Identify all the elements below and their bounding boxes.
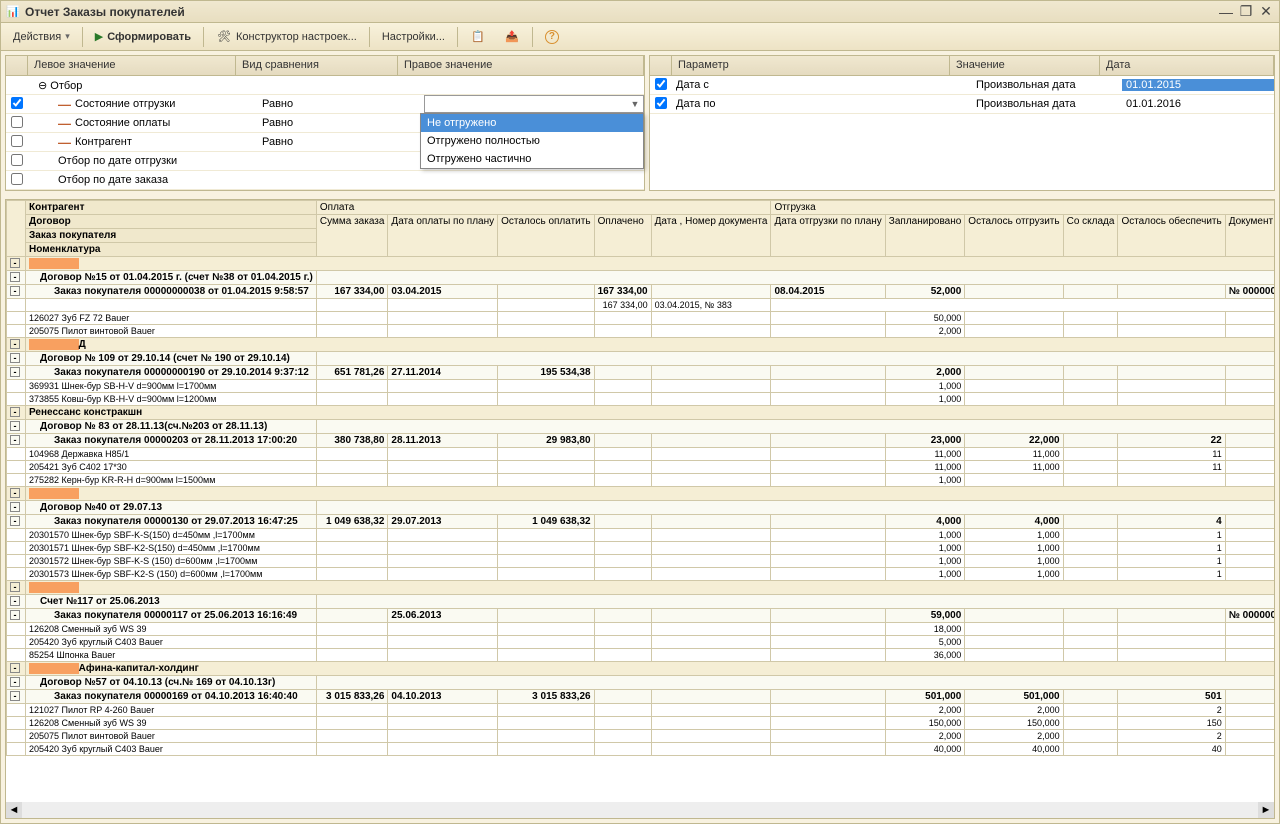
- actions-menu[interactable]: Действия ▾: [5, 28, 78, 46]
- param-date[interactable]: 01.01.2016: [1122, 98, 1274, 110]
- expand-icon[interactable]: -: [10, 596, 20, 606]
- filter-left-pane: Левое значение Вид сравнения Правое знач…: [5, 55, 645, 191]
- col-kontragent: Контрагент: [26, 201, 317, 215]
- dropdown-arrow-icon[interactable]: ▼: [627, 99, 643, 109]
- minimize-button[interactable]: —: [1217, 4, 1235, 20]
- filter-field-icon: —: [58, 116, 71, 131]
- expand-icon[interactable]: -: [10, 272, 20, 282]
- expand-icon[interactable]: -: [10, 339, 20, 349]
- filter-comparison[interactable]: Равно: [258, 117, 420, 129]
- filter-label: Контрагент: [75, 136, 132, 148]
- filter-col-comparison: Вид сравнения: [236, 56, 398, 75]
- filter-col-right-value: Правое значение: [398, 56, 644, 75]
- collapse-icon[interactable]: ⊖: [28, 80, 47, 92]
- expand-icon[interactable]: -: [10, 421, 20, 431]
- help-button[interactable]: ?: [537, 27, 567, 47]
- param-date[interactable]: 01.01.2015: [1122, 79, 1274, 91]
- filter-checkbox[interactable]: [11, 97, 23, 109]
- wrench-icon: 🛠: [216, 29, 232, 45]
- maximize-button[interactable]: ❐: [1237, 4, 1255, 20]
- dropdown-option[interactable]: Отгружено полностью: [421, 132, 643, 150]
- form-icon: 📋: [470, 29, 486, 45]
- filter-label: Состояние оплаты: [75, 117, 170, 129]
- filter-label: Состояние отгрузки: [75, 98, 175, 110]
- tool-icon-2[interactable]: 📤: [496, 26, 528, 48]
- play-icon: ▶: [95, 30, 103, 43]
- filter-field-icon: —: [58, 97, 71, 112]
- filter-checkbox[interactable]: [11, 116, 23, 128]
- expand-icon[interactable]: -: [10, 691, 20, 701]
- generate-button[interactable]: ▶ Сформировать: [87, 27, 199, 46]
- dropdown-option[interactable]: Отгружено частично: [421, 150, 643, 168]
- param-value[interactable]: Произвольная дата: [972, 79, 1122, 91]
- filter-dropdown: Не отгруженоОтгружено полностьюОтгружено…: [420, 113, 644, 169]
- col-otgruzka: Отгрузка: [771, 201, 1275, 215]
- expand-icon[interactable]: -: [10, 407, 20, 417]
- filter-checkbox[interactable]: [11, 135, 23, 147]
- value-col: Значение: [950, 56, 1100, 75]
- param-label: Дата с: [672, 79, 972, 91]
- filter-field-icon: —: [58, 135, 71, 150]
- filter-col-left-value: Левое значение: [28, 56, 236, 75]
- filter-value-input[interactable]: ▼: [424, 95, 644, 113]
- expand-icon[interactable]: -: [10, 663, 20, 673]
- param-value[interactable]: Произвольная дата: [972, 98, 1122, 110]
- tool-icon-1[interactable]: 📋: [462, 26, 494, 48]
- filter-checkbox[interactable]: [11, 154, 23, 166]
- filter-right-pane: Параметр Значение Дата Дата с Произвольн…: [649, 55, 1275, 191]
- param-label: Дата по: [672, 98, 972, 110]
- export-icon: 📤: [504, 29, 520, 45]
- horizontal-scrollbar[interactable]: ◄ ►: [6, 802, 1274, 818]
- col-oplata: Оплата: [316, 201, 771, 215]
- report-icon: 📊: [5, 4, 21, 20]
- expand-icon[interactable]: -: [10, 516, 20, 526]
- expand-icon[interactable]: -: [10, 435, 20, 445]
- settings-button[interactable]: Настройки...: [374, 28, 453, 46]
- expand-icon[interactable]: -: [10, 367, 20, 377]
- filter-comparison[interactable]: Равно: [258, 98, 420, 110]
- filter-root-label: Отбор: [50, 80, 82, 92]
- filter-label: Отбор по дате отгрузки: [58, 155, 177, 167]
- expand-icon[interactable]: -: [10, 258, 20, 268]
- filter-checkbox[interactable]: [11, 173, 23, 185]
- expand-icon[interactable]: -: [10, 502, 20, 512]
- filter-label: Отбор по дате заказа: [58, 174, 168, 186]
- close-button[interactable]: ✕: [1257, 4, 1275, 20]
- dropdown-option[interactable]: Не отгружено: [421, 114, 643, 132]
- expand-icon[interactable]: -: [10, 677, 20, 687]
- filter-comparison[interactable]: Равно: [258, 136, 420, 148]
- param-checkbox[interactable]: [655, 78, 667, 90]
- expand-icon[interactable]: -: [10, 610, 20, 620]
- toolbar: Действия ▾ ▶ Сформировать 🛠 Конструктор …: [1, 23, 1279, 51]
- expand-icon[interactable]: -: [10, 286, 20, 296]
- report-grid[interactable]: Контрагент Оплата Отгрузка Договор Сумма…: [5, 199, 1275, 819]
- param-checkbox[interactable]: [655, 97, 667, 109]
- expand-icon[interactable]: -: [10, 582, 20, 592]
- help-icon: ?: [545, 30, 559, 44]
- scroll-left-arrow[interactable]: ◄: [6, 802, 22, 818]
- settings-designer-button[interactable]: 🛠 Конструктор настроек...: [208, 26, 365, 48]
- window-title: Отчет Заказы покупателей: [25, 5, 185, 19]
- expand-icon[interactable]: -: [10, 488, 20, 498]
- param-col: Параметр: [672, 56, 950, 75]
- expand-icon[interactable]: -: [10, 353, 20, 363]
- date-col: Дата: [1100, 56, 1274, 75]
- title-bar: 📊 Отчет Заказы покупателей — ❐ ✕: [1, 1, 1279, 23]
- scroll-right-arrow[interactable]: ►: [1258, 802, 1274, 818]
- dropdown-icon: ▾: [65, 31, 70, 42]
